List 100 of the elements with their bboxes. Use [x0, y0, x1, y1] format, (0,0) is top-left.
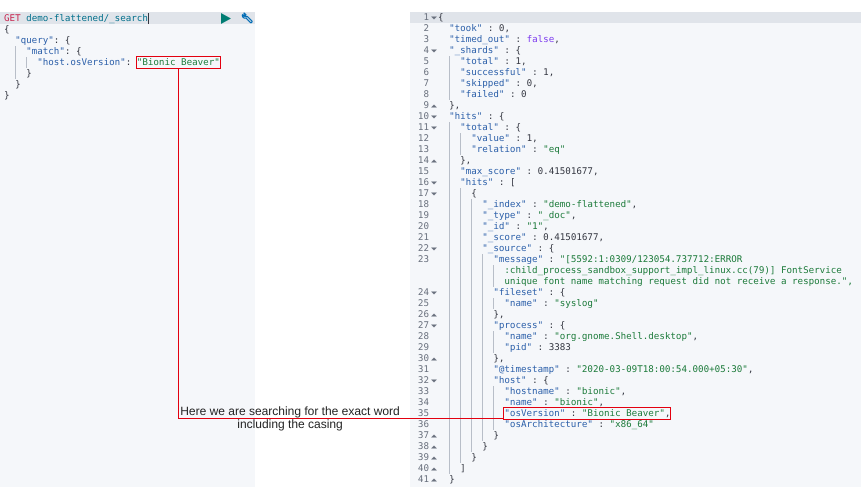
line-number: 15 [418, 166, 429, 177]
code-line: "@timestamp" : "2020-03-09T18:00:54.000+05:30", [438, 364, 754, 375]
line-number: 34 [418, 397, 429, 408]
line-number: 13 [418, 144, 429, 155]
fold-toggle-icon[interactable] [431, 158, 437, 164]
line-number: 36 [418, 419, 429, 430]
code-line: "message" : "[5592:1:0309/123054.737712:ERROR [438, 254, 742, 265]
code-line: { [438, 12, 444, 23]
wrench-icon[interactable] [241, 12, 253, 24]
code-line: "hits" : { [448, 111, 504, 122]
code-line: "process" : { [438, 320, 566, 331]
code-line: "total" : { [438, 122, 522, 133]
code-line: "osArchitecture" : "x86_64" [438, 419, 654, 430]
code-line: }, [438, 353, 504, 364]
line-number: 22 [418, 243, 429, 254]
request-line: GET demo-flattened/_search [4, 12, 148, 24]
code-line: { [438, 188, 477, 199]
line-number: 39 [418, 452, 429, 463]
line-number: 7 [423, 78, 429, 89]
code-line: "relation" : "eq" [438, 144, 566, 155]
code-line: "total" : 1, [438, 56, 527, 67]
code-line: "hits" : [ [438, 177, 516, 188]
code-line: "_type" : "_doc", [438, 210, 576, 221]
line-number: 10 [418, 111, 429, 122]
line-number: 9 [423, 100, 429, 111]
code-line: "host" : { [438, 375, 549, 386]
code-line: "osVersion" : "Bionic Beaver", [438, 408, 670, 419]
play-icon[interactable] [221, 12, 231, 24]
line-number: 19 [418, 210, 429, 221]
code-line: "successful" : 1, [438, 67, 554, 78]
code-line: }, [438, 155, 472, 166]
line-number: 37 [418, 430, 429, 441]
code-line: "host.osVersion": "Bionic Beaver" [4, 57, 220, 68]
line-number: 41 [418, 474, 429, 485]
line-number: 24 [418, 287, 429, 298]
line-number: 12 [418, 133, 429, 144]
line-number: 26 [418, 309, 429, 320]
line-number: 20 [418, 221, 429, 232]
code-line: "_id" : "1", [438, 221, 549, 232]
line-number: 8 [423, 89, 429, 100]
code-line: } [438, 441, 488, 452]
code-line: "skipped" : 0, [438, 78, 538, 89]
annotation-caption: Here we are searching for the exact word including the casing [179, 405, 401, 431]
line-number: 40 [418, 463, 429, 474]
code-line: }, [438, 309, 504, 320]
line-number: 30 [418, 353, 429, 364]
line-number: 28 [418, 331, 429, 342]
code-line: "pid" : 3383 [438, 342, 571, 353]
code-line: "match": { [4, 46, 82, 57]
line-number: 21 [418, 232, 429, 243]
code-line: } [438, 452, 477, 463]
line-number: 17 [418, 188, 429, 199]
code-line: "fileset" : { [438, 287, 566, 298]
code-line: "name" : "bionic", [438, 397, 604, 408]
code-line: { [4, 24, 10, 35]
line-number: 29 [418, 342, 429, 353]
code-line: unique font name matching request did not receive a response.", [438, 276, 853, 287]
fold-toggle-icon[interactable] [431, 378, 437, 384]
line-number: 23 [418, 254, 429, 265]
code-line: "value" : 1, [438, 133, 538, 144]
code-line: "took" : 0, [448, 23, 510, 34]
code-line: } [14, 79, 21, 90]
code-line: "_score" : 0.41501677, [438, 232, 604, 243]
code-line: } [4, 68, 32, 79]
code-line: }, [448, 100, 460, 111]
line-number: 38 [418, 441, 429, 452]
line-number: 18 [418, 199, 429, 210]
line-number: 11 [418, 122, 429, 133]
line-number: 5 [423, 56, 429, 67]
line-number: 1 [423, 12, 429, 23]
code-line: ] [438, 463, 466, 474]
fold-toggle-icon[interactable] [431, 246, 437, 252]
line-number: 35 [418, 408, 429, 419]
fold-toggle-icon[interactable] [431, 14, 437, 20]
line-number: 32 [418, 375, 429, 386]
line-number: 33 [418, 386, 429, 397]
fold-toggle-icon[interactable] [431, 356, 437, 362]
line-number: 31 [418, 364, 429, 375]
line-number: 2 [423, 23, 429, 34]
fold-toggle-icon[interactable] [431, 290, 437, 296]
code-line: } [4, 90, 10, 101]
code-line: "timed_out" : false, [448, 34, 560, 45]
code-line: "_shards" : { [448, 45, 522, 56]
code-line: } [448, 474, 455, 485]
line-number: 4 [423, 45, 429, 56]
code-line: "name" : "org.gnome.Shell.desktop", [438, 331, 698, 342]
code-line: "max_score" : 0.41501677, [438, 166, 598, 177]
line-number: 16 [418, 177, 429, 188]
code-line: :child_process_sandbox_support_impl_linux.cc(79)] FontService [438, 265, 842, 276]
code-line: "_index" : "demo-flattened", [438, 199, 638, 210]
code-line: "_source" : { [438, 243, 554, 254]
fold-toggle-icon[interactable] [431, 48, 437, 54]
line-number: 3 [423, 34, 429, 45]
line-number: 27 [418, 320, 429, 331]
line-number: 14 [418, 155, 429, 166]
code-line: "name" : "syslog" [438, 298, 598, 309]
code-line: "failed" : 0 [438, 89, 527, 100]
line-number: 25 [418, 298, 429, 309]
line-number: 6 [423, 67, 429, 78]
code-line: "query": { [14, 35, 70, 46]
